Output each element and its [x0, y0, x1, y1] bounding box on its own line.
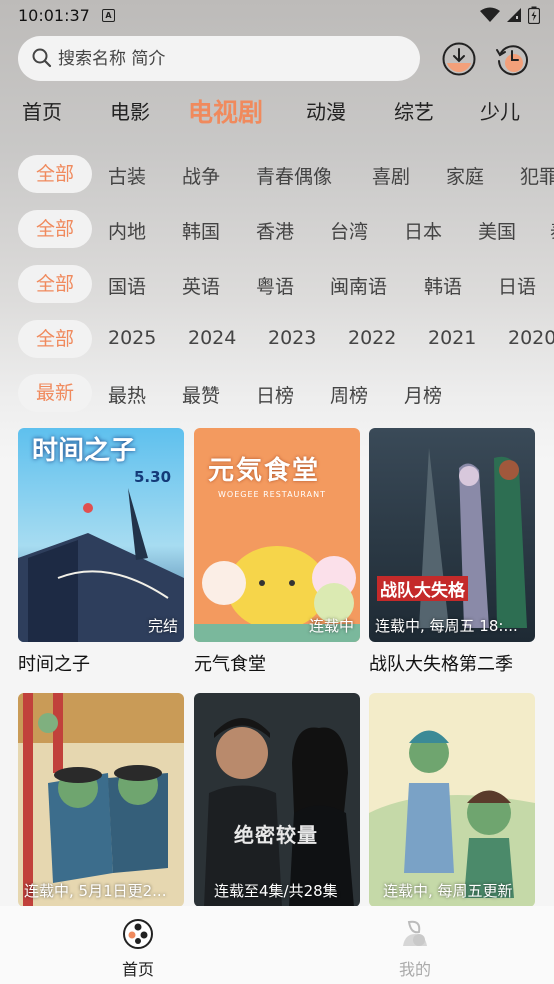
tab-variety[interactable]: 综艺	[394, 96, 434, 125]
filter-language-all[interactable]: 全部	[18, 265, 92, 303]
download-history-icon[interactable]	[441, 41, 477, 77]
filter-genre-item[interactable]: 犯罪	[520, 162, 554, 189]
filter-year-item[interactable]: 2022	[348, 327, 396, 349]
poster-title-text: 时间之子	[32, 436, 137, 466]
bottom-nav: 首页 我的	[0, 906, 554, 984]
filter-region-item[interactable]: 香港	[256, 217, 294, 244]
status-icons	[480, 6, 540, 24]
filter-year-all[interactable]: 全部	[18, 320, 92, 358]
filter-genre-item[interactable]: 喜剧	[372, 162, 410, 189]
filter-genre-item[interactable]: 古装	[108, 162, 146, 189]
filter-language-item[interactable]: 粤语	[256, 272, 294, 299]
profile-icon	[403, 920, 427, 946]
nav-profile[interactable]: 我的	[375, 918, 455, 980]
search-bar[interactable]	[18, 36, 420, 81]
filter-genre-item[interactable]: 青春偶像	[256, 162, 332, 189]
tab-kids[interactable]: 少儿	[480, 96, 520, 125]
filter-row-year: 全部 2025 2024 2023 2022 2021 2020	[0, 320, 554, 360]
search-input[interactable]	[56, 44, 400, 74]
status-badge: 连载中	[308, 617, 354, 635]
filter-language-item[interactable]: 国语	[108, 272, 146, 299]
media-card[interactable]: 连载中, 5月1日更2...	[18, 693, 184, 915]
filter-row-sort: 最新 最热 最赞 日榜 周榜 月榜	[0, 374, 554, 414]
poster-image: 绝密较量 连载至4集/共28集	[194, 693, 360, 907]
filter-genre-all[interactable]: 全部	[18, 155, 92, 193]
filter-region-item[interactable]: 泰	[550, 217, 554, 244]
poster-image: 时间之子 5.30 完结	[18, 428, 184, 642]
filter-sort-item[interactable]: 日榜	[256, 381, 294, 408]
wifi-icon	[480, 7, 500, 22]
category-tabs: 首页 电影 电视剧 动漫 综艺 少儿	[0, 96, 554, 132]
card-title: 战队大失格第二季	[369, 654, 513, 675]
filter-row-region: 全部 内地 韩国 香港 台湾 日本 美国 泰	[0, 210, 554, 250]
notification-icon: A	[102, 9, 115, 22]
card-title: 元气食堂	[194, 654, 266, 675]
media-card[interactable]: 战队大失格 连载中, 每周五 18:... 战队大失格第二季	[369, 428, 535, 676]
filter-region-item[interactable]: 台湾	[330, 217, 368, 244]
filter-year-item[interactable]: 2025	[108, 327, 156, 349]
tab-anime[interactable]: 动漫	[306, 96, 346, 125]
filter-genre-item[interactable]: 家庭	[446, 162, 484, 189]
filter-year-item[interactable]: 2023	[268, 327, 316, 349]
tab-movies[interactable]: 电影	[110, 96, 150, 125]
media-card[interactable]: 连载中, 每周五更新	[369, 693, 535, 915]
filter-row-language: 全部 国语 英语 粤语 闽南语 韩语 日语	[0, 265, 554, 305]
media-card[interactable]: 元気食堂 WOEGEE RESTAURANT 连载中 元气食堂	[194, 428, 360, 676]
status-badge: 连载中, 每周五更新	[383, 882, 513, 900]
filter-sort-item[interactable]: 月榜	[404, 381, 442, 408]
status-badge: 完结	[147, 617, 178, 635]
filter-row-genre: 全部 古装 战争 青春偶像 喜剧 家庭 犯罪	[0, 155, 554, 195]
nav-home-label: 首页	[121, 960, 154, 979]
film-reel-icon	[123, 919, 153, 949]
status-badge: 连载中, 每周五 18:...	[375, 617, 518, 635]
search-icon	[32, 48, 52, 68]
filter-sort-item[interactable]: 最赞	[182, 381, 220, 408]
signal-icon	[507, 8, 521, 22]
filter-year-item[interactable]: 2021	[428, 327, 476, 349]
filter-language-item[interactable]: 韩语	[424, 272, 462, 299]
filter-sort-latest[interactable]: 最新	[18, 374, 92, 412]
tab-tv-series[interactable]: 电视剧	[188, 93, 263, 129]
poster-title-text: 元気食堂	[208, 456, 321, 486]
history-icon[interactable]	[494, 41, 530, 77]
battery-icon	[528, 6, 540, 24]
status-time: 10:01:37	[18, 6, 90, 25]
filter-region-item[interactable]: 韩国	[182, 217, 220, 244]
poster-image: 元気食堂 WOEGEE RESTAURANT 连载中	[194, 428, 360, 642]
filter-sort-item[interactable]: 周榜	[330, 381, 368, 408]
filter-genre-item[interactable]: 战争	[182, 162, 220, 189]
poster-image: 连载中, 5月1日更2...	[18, 693, 184, 907]
filter-region-all[interactable]: 全部	[18, 210, 92, 248]
status-badge: 连载至4集/共28集	[214, 882, 338, 900]
poster-title-text: 绝密较量	[234, 823, 318, 847]
poster-image: 连载中, 每周五更新	[369, 693, 535, 907]
filter-sort-item[interactable]: 最热	[108, 381, 146, 408]
poster-title-text: 战队大失格	[377, 576, 468, 601]
nav-profile-label: 我的	[398, 960, 431, 979]
filter-language-item[interactable]: 闽南语	[330, 272, 387, 299]
poster-image: 战队大失格 连载中, 每周五 18:...	[369, 428, 535, 642]
filter-year-item[interactable]: 2024	[188, 327, 236, 349]
poster-subtitle-text: WOEGEE RESTAURANT	[218, 490, 326, 499]
card-title: 时间之子	[18, 654, 90, 675]
filter-language-item[interactable]: 日语	[498, 272, 536, 299]
nav-home[interactable]: 首页	[98, 918, 178, 980]
status-badge: 连载中, 5月1日更2...	[24, 882, 167, 900]
filter-region-item[interactable]: 日本	[404, 217, 442, 244]
filter-region-item[interactable]: 内地	[108, 217, 146, 244]
status-bar: 10:01:37 A	[0, 0, 554, 32]
media-card[interactable]: 时间之子 5.30 完结 时间之子	[18, 428, 184, 676]
media-card[interactable]: 绝密较量 连载至4集/共28集	[194, 693, 360, 915]
filter-region-item[interactable]: 美国	[478, 217, 516, 244]
filter-language-item[interactable]: 英语	[182, 272, 220, 299]
filter-year-item[interactable]: 2020	[508, 327, 554, 349]
poster-date-text: 5.30	[134, 468, 172, 486]
tab-home[interactable]: 首页	[22, 96, 62, 125]
